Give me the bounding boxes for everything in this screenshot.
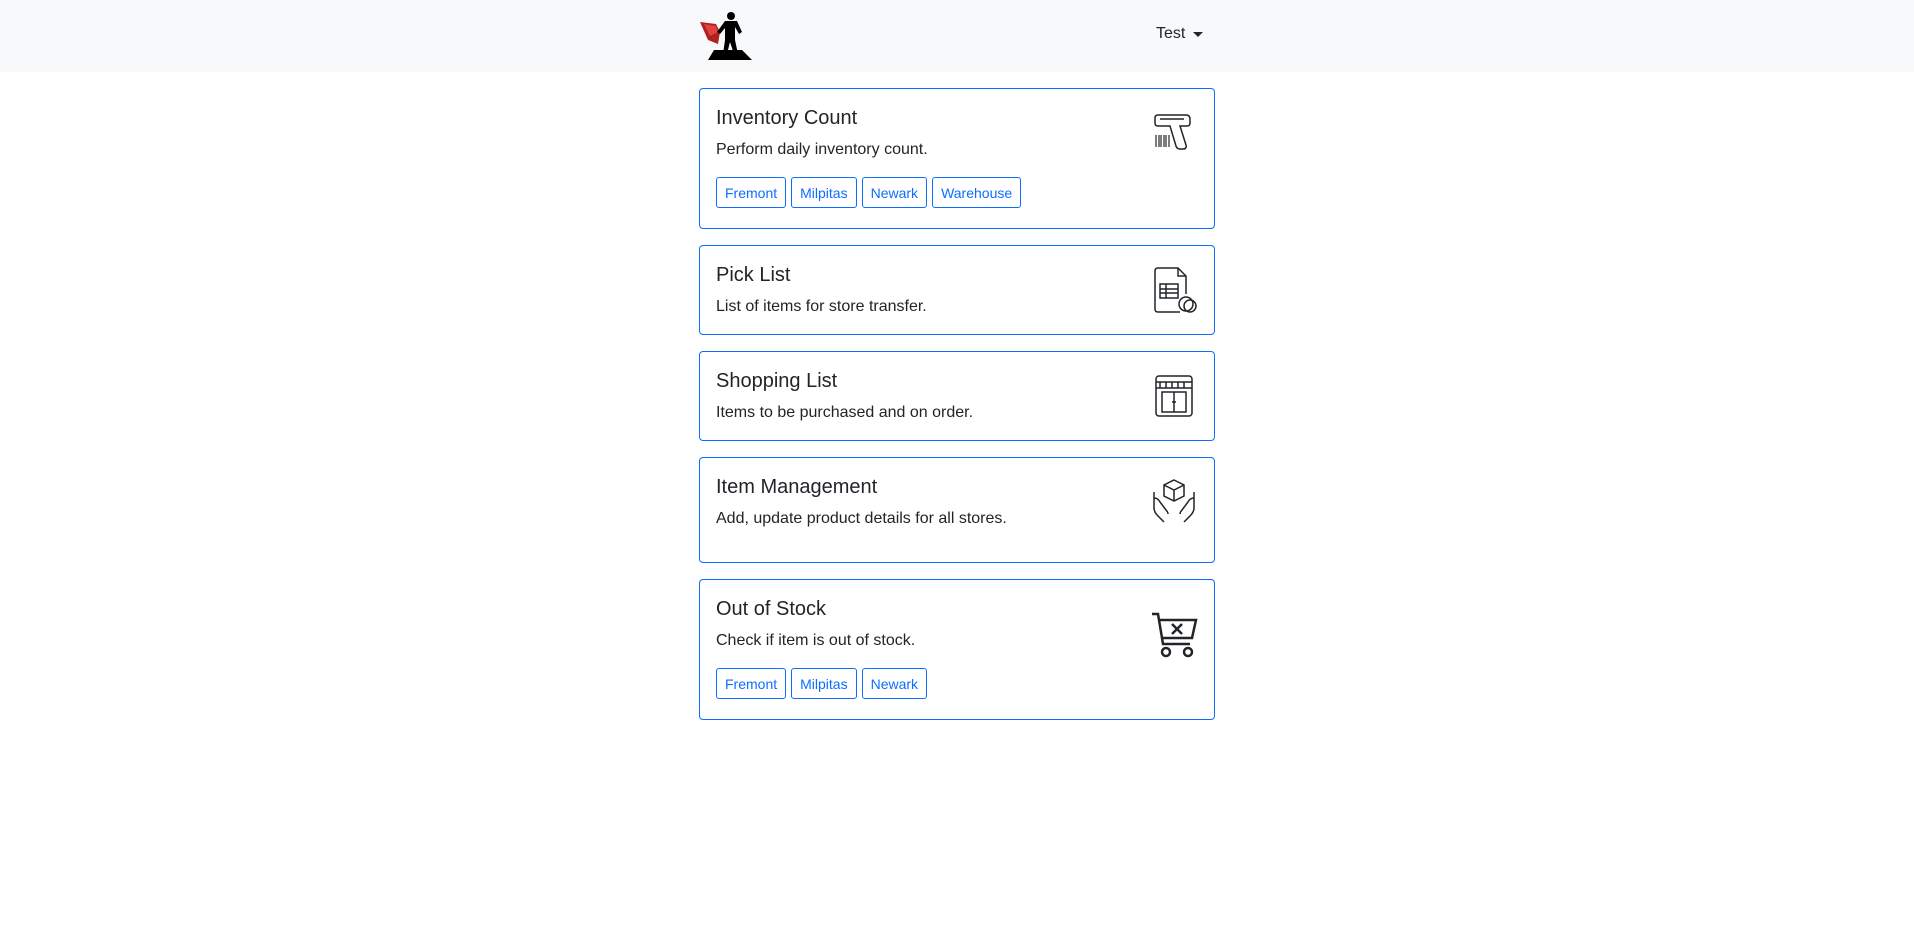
card-title: Out of Stock (716, 598, 827, 620)
chip-milpitas[interactable]: Milpitas (791, 668, 857, 699)
card-inventory-count[interactable]: Inventory Count Perform daily inventory … (699, 88, 1215, 229)
card-text: Check if item is out of stock. (716, 632, 916, 649)
superhero-logo[interactable] (698, 10, 752, 60)
card-out-of-stock[interactable]: Out of Stock Check if item is out of sto… (699, 579, 1215, 720)
barcode-scanner-icon (1154, 114, 1191, 150)
chip-fremont[interactable]: Fremont (716, 668, 787, 699)
document-coins-icon (1154, 267, 1197, 313)
store-icon (1155, 375, 1193, 417)
caret-down-icon (1193, 31, 1204, 37)
chip-newark[interactable]: Newark (861, 177, 928, 208)
card-title: Item Management (716, 476, 878, 498)
hands-box-icon (1153, 479, 1195, 523)
chip-milpitas[interactable]: Milpitas (791, 177, 857, 208)
card-text: List of items for store transfer. (716, 298, 927, 315)
card-title: Inventory Count (716, 107, 858, 129)
user-dropdown[interactable]: Test (1156, 22, 1204, 46)
card-title: Shopping List (716, 370, 838, 392)
location-chips: Fremont Milpitas Newark (716, 668, 928, 699)
card-text: Perform daily inventory count. (716, 141, 928, 158)
navbar: Test (0, 0, 1914, 72)
card-text: Add, update product details for all stor… (716, 510, 1007, 527)
card-title: Pick List (716, 264, 791, 286)
card-shopping-list[interactable]: Shopping List Items to be purchased and … (699, 351, 1215, 441)
card-text: Items to be purchased and on order. (716, 404, 974, 421)
chip-newark[interactable]: Newark (861, 668, 928, 699)
card-pick-list[interactable]: Pick List List of items for store transf… (699, 245, 1215, 335)
cart-x-icon (1152, 612, 1198, 658)
card-item-management[interactable]: Item Management Add, update product deta… (699, 457, 1215, 563)
chip-warehouse[interactable]: Warehouse (932, 177, 1022, 208)
location-chips: Fremont Milpitas Newark Warehouse (716, 177, 1022, 208)
chip-fremont[interactable]: Fremont (716, 177, 787, 208)
user-name: Test (1156, 25, 1186, 42)
